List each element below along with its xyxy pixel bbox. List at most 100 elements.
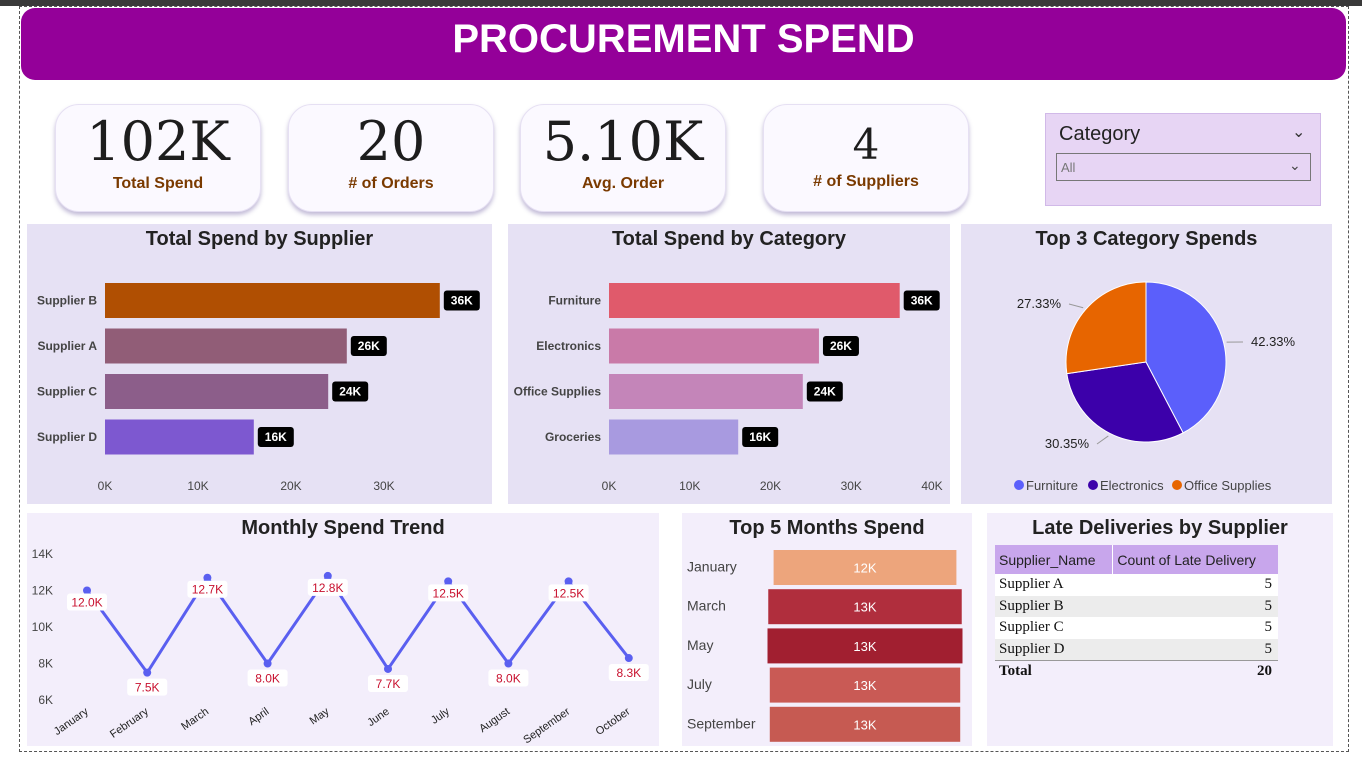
kpi-card-total-spend[interactable]: 102K Total Spend [55, 104, 261, 212]
kpi-label: # of Orders [348, 175, 434, 192]
data-point [263, 659, 272, 668]
x-tick-label: August [477, 706, 512, 735]
kpi-card-avg-order[interactable]: 5.10K Avg. Order [520, 104, 726, 212]
data-label: 12.0K [71, 596, 102, 610]
data-label: 7.7K [376, 677, 401, 691]
data-label: 12.5K [433, 586, 464, 600]
cell-supplier: Supplier A [995, 574, 1113, 596]
cell-count: 5 [1112, 574, 1278, 596]
bar [609, 419, 739, 455]
table-title: Late Deliveries by Supplier [1032, 517, 1288, 539]
late-deliveries-panel: Late Deliveries by Supplier Supplier_Nam… [987, 513, 1333, 746]
pie-leader-line [1068, 303, 1084, 309]
data-label: 12.7K [192, 583, 223, 597]
category-dropdown[interactable]: All ⌄ [1056, 153, 1311, 181]
trend-line [85, 573, 630, 676]
data-label: 12.5K [553, 586, 584, 600]
category-label: Furniture [548, 294, 601, 308]
kpi-label: Total Spend [112, 175, 204, 192]
category-label: May [687, 637, 713, 653]
x-tick-label: 30K [841, 479, 862, 493]
legend-marker [1014, 480, 1024, 490]
pie-data-label: 30.35% [1045, 436, 1090, 451]
legend-label: Electronics [1100, 478, 1164, 493]
data-point [444, 577, 453, 586]
category-label: March [687, 598, 726, 614]
data-point [323, 571, 332, 580]
data-point [504, 659, 513, 668]
cell-supplier: Supplier C [995, 617, 1113, 639]
chevron-down-icon[interactable]: ⌄ [1292, 122, 1305, 142]
pie-data-label: 42.33% [1251, 334, 1296, 349]
data-label: 8.0K [496, 672, 521, 686]
data-label: 7.5K [135, 681, 160, 695]
x-tick-label: July [429, 705, 452, 726]
data-label: 26K [830, 339, 852, 353]
category-label: January [687, 559, 737, 575]
bar [105, 374, 329, 409]
supplier-chart-panel: Total Spend by Supplier Supplier B 36K Sup… [27, 224, 492, 504]
data-label: 8.0K [255, 672, 280, 686]
legend-marker [1088, 480, 1098, 490]
late-deliveries-table: Supplier_Name Count of Late Delivery Sup… [995, 545, 1278, 682]
y-tick-label: 8K [38, 657, 53, 671]
category-chart-panel: Total Spend by Category Furniture 36K Elec… [508, 224, 950, 504]
chevron-down-icon: ⌄ [1289, 157, 1301, 173]
pie-chart-panel: Top 3 Category Spends 42.33% 30.35% 27.33%… [961, 224, 1332, 504]
cell-supplier: Supplier B [995, 595, 1113, 617]
x-tick-label: September [521, 705, 572, 746]
bar [609, 328, 819, 364]
pie-slice [1065, 281, 1147, 375]
cell-count: 5 [1112, 617, 1278, 639]
x-tick-label: 10K [187, 479, 208, 493]
category-slicer[interactable]: Category ⌄ All ⌄ [1045, 113, 1321, 206]
data-label: 12.8K [312, 581, 343, 595]
bar [105, 419, 254, 455]
y-tick-label: 14K [32, 547, 53, 561]
data-point [564, 577, 573, 586]
y-tick-label: 6K [38, 693, 53, 707]
x-tick-label: 0K [98, 479, 113, 493]
cell-total-value: 20 [1112, 659, 1278, 682]
kpi-value: 102K [86, 110, 230, 173]
table-row: Supplier A 5 [995, 574, 1278, 596]
table-total-row: Total 20 [995, 659, 1278, 682]
kpi-card-orders[interactable]: 20 # of Orders [288, 104, 494, 212]
bar [609, 283, 900, 318]
supplier-bar-chart: Supplier B 36K Supplier A 26K Supplier C 24K S… [37, 283, 480, 493]
bar [105, 283, 440, 318]
kpi-value: 20 [356, 110, 426, 173]
x-tick-label: 20K [280, 479, 301, 493]
data-label: 8.3K [616, 666, 641, 680]
category-label: Supplier D [37, 430, 97, 444]
pie-data-label: 27.33% [1017, 296, 1062, 311]
x-tick-label: 20K [760, 479, 781, 493]
data-label: 36K [911, 294, 933, 308]
x-tick-label: March [179, 706, 211, 733]
data-label: 12K [853, 561, 876, 576]
column-header-supplier[interactable]: Supplier_Name [995, 545, 1113, 574]
legend-label: Office Supplies [1184, 478, 1272, 493]
monthly-trend-line-chart: 6K 8K 10K 12K 14K 12.0K January 7.5K February 12.… [32, 547, 649, 746]
table-row: Supplier D 5 [995, 638, 1278, 660]
x-tick-label: May [308, 705, 332, 727]
data-point [203, 573, 212, 582]
cell-supplier: Supplier D [995, 638, 1113, 660]
cell-count: 5 [1112, 595, 1278, 617]
category-label: July [687, 676, 712, 692]
cell-count: 5 [1112, 638, 1278, 660]
data-label: 24K [339, 385, 361, 399]
column-header-count[interactable]: Count of Late Delivery [1112, 545, 1278, 574]
x-tick-label: February [108, 705, 151, 740]
kpi-card-suppliers[interactable]: 4 # of Suppliers [763, 104, 969, 212]
x-tick-label: 10K [679, 479, 700, 493]
category-label: Office Supplies [514, 385, 602, 399]
data-label: 13K [853, 639, 876, 654]
category-pie-chart: 42.33% 30.35% 27.33% Furniture Electronics Of… [1014, 281, 1296, 493]
category-label: Supplier C [37, 385, 97, 399]
kpi-value: 4 [852, 120, 880, 169]
data-label: 13K [853, 678, 876, 693]
dropdown-value: All [1061, 160, 1076, 175]
data-label: 16K [749, 430, 771, 444]
data-point [624, 654, 633, 663]
